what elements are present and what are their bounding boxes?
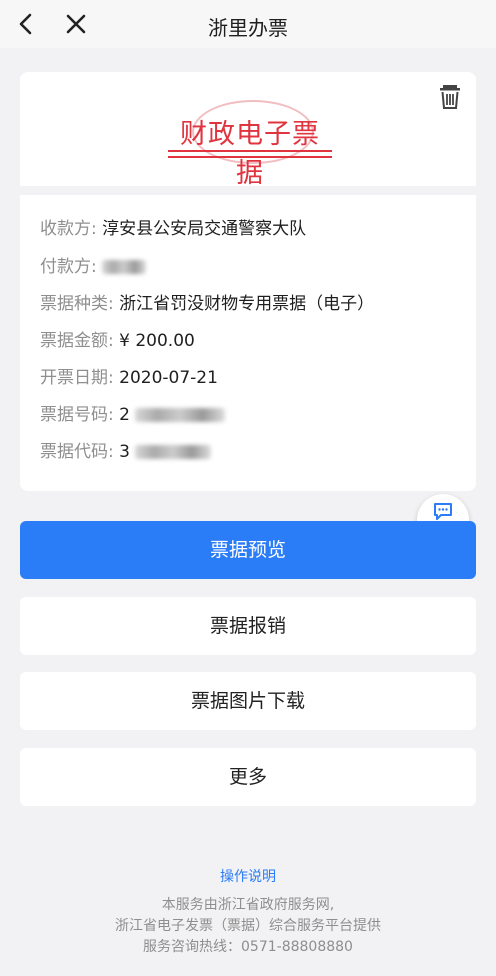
reimburse-button[interactable]: 票据报销	[20, 597, 476, 655]
footer-text: 本服务由浙江省政府服务网,	[161, 897, 335, 913]
amount-row: 票据金额: ¥ 200.00	[40, 329, 195, 353]
chat-icon	[434, 503, 452, 520]
top-nav-bar: 浙里办票	[0, 0, 496, 48]
field-label: 收款方:	[40, 219, 97, 239]
download-image-button[interactable]: 票据图片下载	[20, 672, 476, 730]
receipt-seal: 财政电子票据	[168, 100, 332, 189]
redacted-value	[135, 408, 226, 422]
receipt-header-card: 财政电子票据	[20, 72, 476, 189]
field-label: 开票日期:	[40, 368, 114, 388]
preview-button[interactable]: 票据预览	[20, 521, 476, 579]
trash-icon	[440, 85, 460, 109]
field-label: 票据代码:	[40, 442, 114, 462]
receipt-details-card: 收款方: 淳安县公安局交通警察大队 付款方: 票据种类: 浙江省罚没财物专用票据…	[20, 195, 476, 491]
instructions-link[interactable]: 操作说明	[0, 866, 496, 886]
field-label: 付款方:	[40, 257, 97, 277]
field-value: 浙江省罚没财物专用票据（电子）	[119, 294, 375, 314]
seal-underline	[168, 150, 332, 152]
field-value: 3	[119, 442, 130, 462]
issue-date-row: 开票日期: 2020-07-21	[40, 366, 218, 390]
footer-text: 浙江省电子发票（票据）综合服务平台提供	[115, 918, 381, 934]
receipt-code-row: 票据代码: 3	[40, 440, 212, 464]
field-label: 票据种类:	[40, 294, 114, 314]
field-value: 2020-07-21	[119, 368, 218, 388]
page-title: 浙里办票	[208, 16, 288, 40]
payee-row: 收款方: 淳安县公安局交通警察大队	[40, 217, 306, 241]
field-label: 票据号码:	[40, 405, 114, 425]
redacted-value	[102, 260, 147, 274]
field-label: 票据金额:	[40, 331, 114, 351]
delete-button[interactable]	[438, 84, 462, 110]
redacted-value	[135, 445, 212, 459]
field-value: 淳安县公安局交通警察大队	[102, 219, 307, 239]
seal-underline	[168, 156, 332, 158]
receipt-type-row: 票据种类: 浙江省罚没财物专用票据（电子）	[40, 292, 374, 316]
footer-hotline: 服务咨询热线：0571-88808880	[143, 939, 353, 955]
field-value: 2	[119, 405, 130, 425]
field-value: ¥ 200.00	[119, 331, 195, 351]
receipt-number-row: 票据号码: 2	[40, 403, 226, 427]
payer-row: 付款方:	[40, 255, 147, 279]
more-button[interactable]: 更多	[20, 748, 476, 806]
